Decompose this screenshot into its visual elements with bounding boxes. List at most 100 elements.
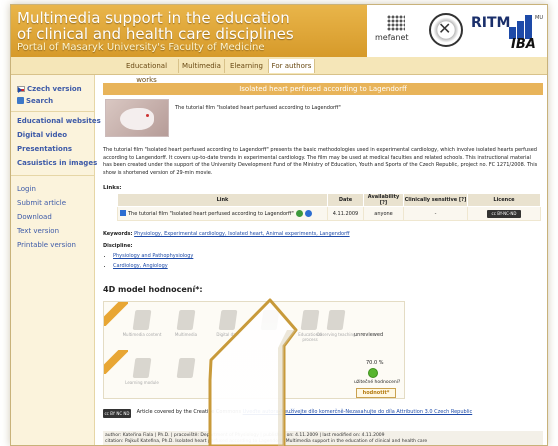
header-subtitle[interactable]: Portal of Masaryk University's Faculty o…: [17, 42, 265, 53]
author-info: author: Kateřina Fiala | Ph.D. | pracovi…: [103, 431, 543, 445]
discipline-link[interactable]: Physiology and Pathophysiology: [113, 253, 193, 259]
document-icon: [260, 310, 280, 330]
licence-cell: cc BY-NC-ND: [467, 206, 541, 221]
top-navigation: Educational works Multimedia Elearning F…: [11, 57, 547, 84]
links-label: Links:: [103, 185, 122, 191]
sidebar-item-digital-video[interactable]: Digital video: [17, 131, 67, 139]
document-icon: [132, 310, 152, 330]
rating-cell-label: Digital data: [216, 332, 240, 337]
mefanet-word: mefanet: [375, 33, 409, 42]
sidebar-item-search[interactable]: Search: [17, 97, 53, 105]
license-info: cc BY NC ND Article covered by the Creat…: [103, 409, 543, 418]
mefanet-logo[interactable]: mefanet: [375, 15, 417, 45]
links-table: Link Date Availability [?] Clinically se…: [117, 193, 541, 221]
tab-educational-works[interactable]: Educational works: [115, 59, 179, 84]
tab-multimedia[interactable]: Multimedia: [179, 59, 225, 73]
discipline-label: Discipline:: [103, 243, 133, 249]
sidebar-item-casuistics[interactable]: Casuistics in images: [17, 159, 97, 167]
cc-logo-icon[interactable]: cc BY NC ND: [103, 409, 131, 418]
document-icon: [176, 358, 196, 378]
main-content: Isolated heart perfused according to Lag…: [103, 75, 543, 445]
download-icon[interactable]: [304, 210, 312, 217]
col-date: Date: [327, 193, 364, 207]
model-title: 4D model hodnocení*:: [103, 285, 203, 294]
rating-ok-icon: [368, 368, 378, 378]
tab-for-authors[interactable]: For authors: [269, 59, 315, 73]
cc-license-icon[interactable]: cc BY-NC-ND: [487, 209, 521, 218]
iba-logo[interactable]: MU IBA: [509, 13, 545, 52]
rating-cell[interactable]: Observing teaching: [316, 306, 356, 352]
iba-bar-icon: [525, 15, 532, 39]
discipline: Discipline: Physiology and Pathophysiolo…: [103, 243, 193, 273]
rating-cell[interactable]: [250, 306, 290, 352]
tab-elearning[interactable]: Elearning: [225, 59, 269, 73]
mu-label: MU: [535, 15, 543, 21]
col-licence: Licence: [467, 193, 541, 207]
sensitive-cell: -: [403, 206, 468, 221]
sidebar-item-login[interactable]: Login: [17, 185, 36, 193]
link-text[interactable]: The tutorial film "Isolated heart perfus…: [128, 211, 294, 217]
ritm-logo[interactable]: RITM: [471, 15, 510, 31]
sidebar-item-presentations[interactable]: Presentations: [17, 145, 72, 153]
rating-cell-label: Multimedia: [174, 332, 198, 337]
rating-cell[interactable]: Digital data: [208, 306, 248, 352]
sidebar: Czech version Search Educational website…: [11, 75, 101, 445]
col-clinically-sensitive[interactable]: Clinically sensitive [?]: [403, 193, 468, 207]
availability-cell: anyone: [363, 206, 404, 221]
rating-cell-label: Observing teaching: [316, 332, 356, 337]
rating-cell[interactable]: Multimedia: [166, 306, 206, 352]
discipline-link[interactable]: Cardiology, Angiology: [113, 263, 168, 269]
rating-cell-label: Learning module: [125, 380, 159, 385]
czech-flag-icon: [17, 86, 25, 93]
sidebar-item-educational-websites[interactable]: Educational websites: [17, 117, 101, 125]
sidebar-item-czech-version[interactable]: Czech version: [17, 85, 82, 93]
rat-image: [120, 108, 154, 130]
university-seal-icon[interactable]: [429, 13, 463, 47]
sidebar-item-download[interactable]: Download: [17, 213, 52, 221]
license-text: Article covered by the Creative Commons: [136, 409, 242, 415]
sidebar-item-submit-article[interactable]: Submit article: [17, 199, 66, 207]
unreviewed-label: unreviewed: [354, 332, 384, 338]
site-header: Multimedia support in the education of c…: [11, 5, 547, 57]
iba-word: IBA: [511, 37, 536, 52]
rat-eye: [146, 114, 149, 117]
video-thumbnail[interactable]: [105, 99, 169, 137]
document-icon: [218, 310, 238, 330]
sidebar-item-printable-version[interactable]: Printable version: [17, 241, 76, 249]
document-icon: [176, 310, 196, 330]
rating-cell[interactable]: Learning module: [122, 354, 162, 400]
date-cell: 4.11.2009: [327, 206, 364, 221]
list-item: Physiology and Pathophysiology: [113, 253, 193, 259]
mefanet-dots-icon: [387, 15, 405, 31]
play-icon[interactable]: [295, 210, 303, 217]
rating-cell[interactable]: [166, 354, 206, 400]
col-availability[interactable]: Availability [?]: [363, 193, 404, 207]
partner-logos: mefanet RITM MU IBA: [367, 5, 547, 57]
citation-line: citation: Pajkuš Katefina, Ph.D. Isolate…: [105, 439, 428, 444]
sidebar-item-label: Czech version: [27, 85, 82, 93]
license-link[interactable]: Uveďte autora-Neužívejte dílo komerčně-N…: [243, 409, 473, 415]
list-item: Cardiology, Angiology: [113, 263, 193, 269]
thumbnail-caption: The tutorial film "Isolated heart perfus…: [175, 105, 341, 111]
article-description: The tutorial film "Isolated heart perfus…: [103, 147, 538, 176]
search-icon: [17, 97, 24, 104]
rating-panel: Multimedia content Multimedia Digital da…: [103, 301, 405, 399]
document-icon: [132, 358, 152, 378]
rating-percent: 70.0 %: [366, 360, 384, 366]
sidebar-item-label: Search: [26, 97, 54, 105]
document-icon: [326, 310, 346, 330]
discipline-list: Physiology and Pathophysiology Cardiolog…: [113, 253, 193, 269]
header-title-line2: of clinical and health care disciplines: [17, 25, 294, 43]
rating-cell[interactable]: Multimedia content: [122, 306, 162, 352]
link-cell[interactable]: The tutorial film "Isolated heart perfus…: [117, 206, 328, 221]
sidebar-item-text-version[interactable]: Text version: [17, 227, 59, 235]
table-row: The tutorial film "Isolated heart perfus…: [117, 206, 541, 221]
rate-button[interactable]: hodnotit*: [356, 388, 396, 398]
keywords-links[interactable]: Physiology, Experimental cardiology, Iso…: [134, 231, 350, 237]
sidebar-divider: [11, 111, 95, 112]
page-frame: Multimedia support in the education of c…: [10, 4, 548, 446]
col-link: Link: [117, 193, 328, 207]
film-icon: [120, 210, 126, 216]
rating-cell-label: Multimedia content: [122, 332, 162, 337]
sidebar-divider: [11, 175, 95, 176]
